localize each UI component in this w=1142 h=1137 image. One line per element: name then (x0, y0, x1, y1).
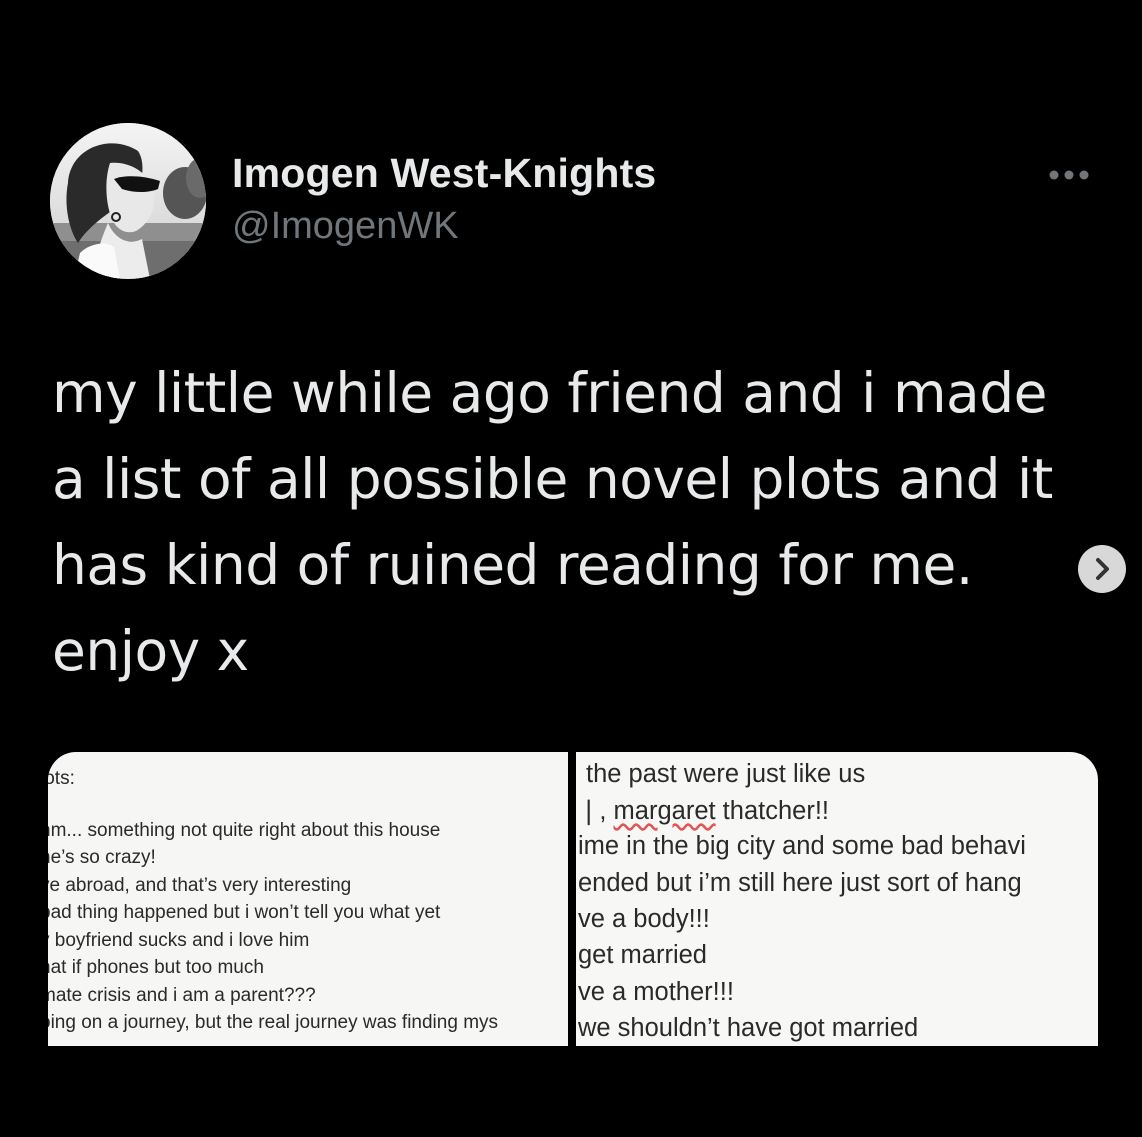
list-item: the past were just like us (586, 760, 866, 788)
user-handle[interactable]: @ImogenWK (232, 205, 459, 248)
next-button[interactable] (1078, 545, 1126, 593)
list-item: ended but i’m still here just sort of ha… (578, 869, 1022, 897)
media-divider (568, 752, 576, 1046)
list-item: hat if phones but too much (48, 957, 264, 978)
tweet-line: has kind of ruined reading for me. (52, 533, 973, 597)
list-item: get married (578, 941, 707, 969)
avatar-photo (50, 123, 206, 279)
list-item: mate crisis and i am a parent??? (48, 985, 316, 1006)
tweet-line: enjoy x (52, 619, 249, 683)
list-item-text: thatcher!! (715, 797, 829, 825)
tweet-text: my little while ago friend and i made a … (52, 350, 1112, 694)
list-item: bad thing happened but i won’t tell you … (48, 902, 441, 923)
media-image-left[interactable]: lots: hm... something not quite right ab… (48, 752, 568, 1046)
tweet-line: a list of all possible novel plots and i… (52, 447, 1053, 511)
list-item: he’s so crazy! (48, 847, 156, 868)
list-item: we shouldn’t have got married (578, 1014, 919, 1042)
media-grid: lots: hm... something not quite right ab… (48, 752, 1098, 1046)
display-name[interactable]: Imogen West-Knights (232, 150, 656, 197)
list-item: lots: (48, 768, 75, 789)
more-options-button[interactable] (1042, 158, 1096, 192)
tweet-line: my little while ago friend and i made (52, 361, 1047, 425)
more-horizontal-icon (1049, 170, 1089, 180)
chevron-right-icon (1096, 558, 1109, 580)
list-item: ve a body!!! (578, 905, 710, 933)
media-image-right[interactable]: the past were just like us ❘, margaret t… (576, 752, 1098, 1046)
list-item: oing on a journey, but the real journey … (48, 1012, 499, 1033)
misspelled-word: margaret (613, 797, 716, 825)
list-item: ❘, margaret thatcher!! (578, 796, 829, 826)
list-item: hm... something not quite right about th… (48, 820, 441, 841)
list-item-prefix: ❘, (578, 797, 614, 825)
list-item: y boyfriend sucks and i love him (48, 930, 310, 951)
avatar[interactable] (50, 123, 206, 279)
list-item: ve a mother!!! (578, 978, 734, 1006)
list-item: ve abroad, and that’s very interesting (48, 875, 352, 896)
list-item: ime in the big city and some bad behavi (578, 832, 1026, 860)
